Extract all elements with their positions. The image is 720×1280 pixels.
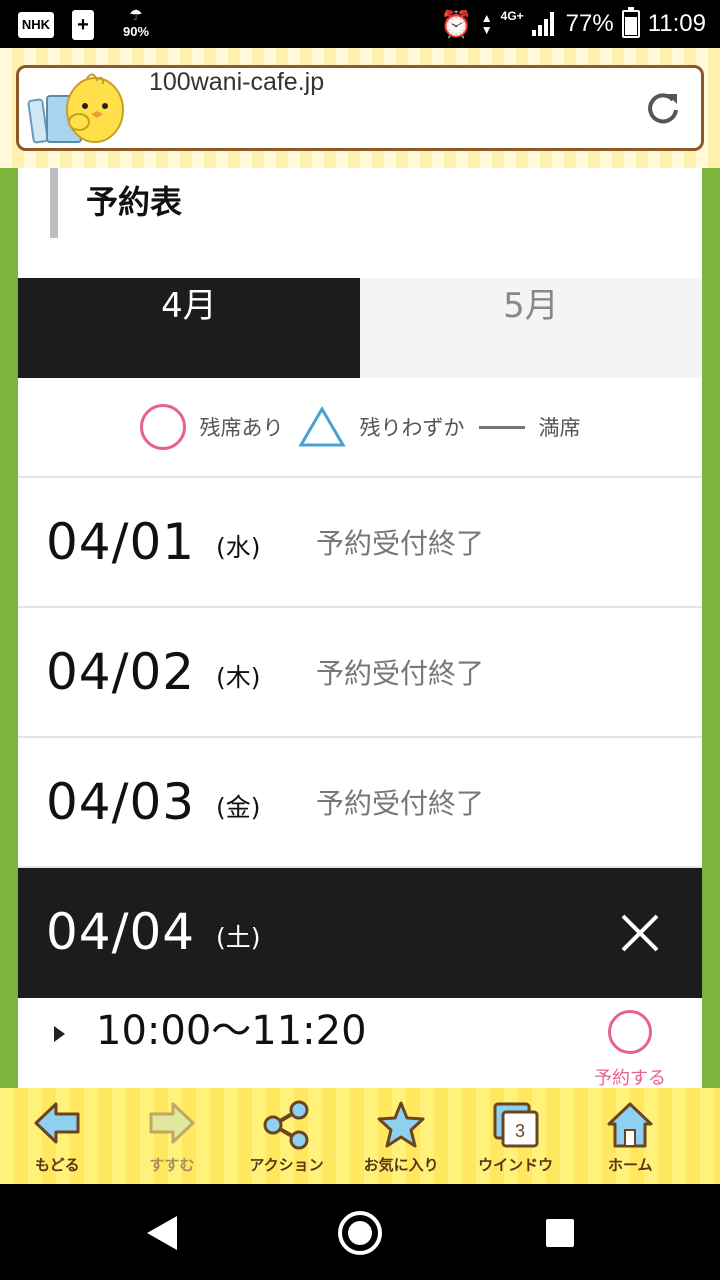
- forward-button[interactable]: すすむ: [115, 1088, 230, 1184]
- back-arrow-icon: [34, 1102, 80, 1144]
- triangle-icon: [297, 406, 346, 447]
- cloud-rain-icon: ☂: [129, 6, 143, 24]
- day-status: 予約受付終了: [316, 527, 485, 560]
- time-slot-row[interactable]: 10:00〜11:20 予約する: [18, 998, 702, 1088]
- month-tabs: 4月 5月: [18, 278, 702, 378]
- favorites-button[interactable]: お気に入り: [344, 1088, 459, 1184]
- window-button[interactable]: 3 ウインドウ: [458, 1088, 573, 1184]
- slot-time: 10:00〜11:20: [96, 1008, 367, 1054]
- signal-icon: [531, 12, 558, 36]
- dash-icon: [478, 425, 525, 429]
- toolbar-label: ホーム: [607, 1156, 653, 1174]
- legend-label: 残りわずか: [359, 416, 465, 440]
- day-row-0403[interactable]: 04/03 (金) 予約受付終了: [18, 738, 702, 868]
- system-nav-bar: [0, 1184, 720, 1280]
- day-row-0401[interactable]: 04/01 (水) 予約受付終了: [18, 478, 702, 608]
- availability-legend: 残席あり 残りわずか 満席: [18, 378, 702, 478]
- alarm-icon: ⏰: [440, 8, 473, 39]
- day-date: 04/02: [46, 643, 196, 701]
- close-icon[interactable]: [620, 913, 660, 953]
- nav-back-icon[interactable]: [145, 1214, 179, 1252]
- battery-saver-icon: +: [72, 10, 94, 40]
- browser-toolbar: もどる すすむ アクション お気に入り 3 ウインドウ ホーム: [0, 1088, 720, 1184]
- battery-icon: [621, 7, 640, 38]
- toolbar-label: お気に入り: [363, 1156, 439, 1174]
- window-count: 3: [515, 1121, 525, 1141]
- share-icon: [263, 1100, 309, 1150]
- web-page: 予約表 4月 5月 残席あり 残りわずか 満席 04/01 (水) 予約受付終了…: [0, 168, 720, 1088]
- nav-home-icon[interactable]: [338, 1211, 382, 1255]
- status-right-group: ⏰ ▲ ▼ 4G+ 77% 11:09: [440, 0, 706, 48]
- kiiroitori-mascot-icon: [27, 73, 124, 144]
- home-button[interactable]: ホーム: [573, 1088, 688, 1184]
- toolbar-label: もどる: [34, 1156, 80, 1174]
- window-icon: 3: [493, 1102, 539, 1148]
- home-icon: [607, 1102, 653, 1148]
- star-icon: [377, 1101, 425, 1148]
- data-arrows-icon: ▲ ▼: [480, 11, 493, 37]
- legend-label: 残席あり: [199, 416, 284, 440]
- precipitation-percent: 90%: [122, 24, 150, 39]
- expand-arrow-icon[interactable]: [54, 1026, 65, 1042]
- day-of-week: (土): [216, 923, 261, 952]
- toolbar-label: すすむ: [149, 1156, 195, 1174]
- forward-arrow-icon: [149, 1102, 195, 1144]
- day-date: 04/04: [46, 903, 196, 961]
- back-button[interactable]: もどる: [0, 1088, 115, 1184]
- weather-indicator: ☂ 90%: [116, 6, 156, 44]
- legend-few-left: 残りわずか: [297, 406, 465, 448]
- tab-may[interactable]: 5月: [360, 278, 702, 378]
- day-of-week: (木): [216, 663, 261, 692]
- nav-recents-icon[interactable]: [546, 1219, 574, 1247]
- action-button[interactable]: アクション: [229, 1088, 344, 1184]
- circle-icon: [139, 404, 186, 450]
- day-status: 予約受付終了: [316, 787, 485, 820]
- available-circle-icon: [608, 1010, 652, 1054]
- nhk-app-icon: NHK: [18, 12, 54, 38]
- section-title: 予約表: [50, 168, 182, 238]
- battery-percent: 77%: [565, 10, 614, 37]
- day-date: 04/03: [46, 773, 196, 831]
- toolbar-label: ウインドウ: [478, 1156, 554, 1174]
- day-date: 04/01: [46, 513, 196, 571]
- day-of-week: (金): [216, 793, 261, 822]
- toolbar-label: アクション: [249, 1156, 324, 1174]
- clock: 11:09: [647, 10, 706, 37]
- content-panel: 予約表 4月 5月 残席あり 残りわずか 満席 04/01 (水) 予約受付終了…: [18, 168, 702, 1088]
- status-bar: NHK + ☂ 90% ⏰ ▲ ▼ 4G+ 77% 11:09: [0, 0, 720, 48]
- url-bar[interactable]: 100wani-cafe.jp: [16, 65, 704, 151]
- day-of-week: (水): [216, 533, 261, 562]
- day-row-0404-expanded[interactable]: 04/04 (土): [18, 868, 702, 998]
- tab-april[interactable]: 4月: [18, 278, 360, 378]
- reload-icon[interactable]: [645, 90, 681, 126]
- reserve-link[interactable]: 予約する: [594, 1064, 666, 1088]
- browser-header: 100wani-cafe.jp: [0, 48, 720, 168]
- url-text[interactable]: 100wani-cafe.jp: [149, 68, 324, 148]
- day-status: 予約受付終了: [316, 657, 485, 690]
- legend-full: 満席: [478, 412, 581, 442]
- day-row-0402[interactable]: 04/02 (木) 予約受付終了: [18, 608, 702, 738]
- legend-label: 満席: [538, 416, 581, 440]
- network-type: 4G+: [500, 9, 524, 23]
- legend-available: 残席あり: [139, 404, 284, 450]
